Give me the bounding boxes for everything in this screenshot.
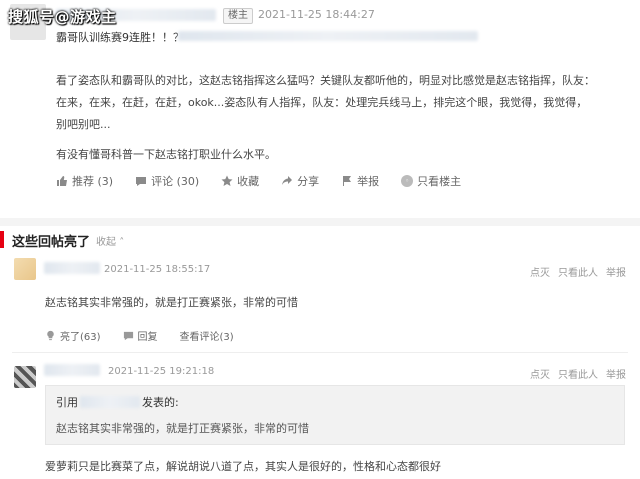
only-this-user-link[interactable]: 只看此人 — [558, 264, 598, 279]
reply-button[interactable]: 回复 — [123, 328, 158, 343]
reply-time: 2021-11-25 19:21:18 — [108, 366, 215, 377]
hot-replies-title: 这些回帖亮了 — [12, 235, 91, 250]
quoted-user-blurred — [80, 396, 140, 408]
comment-button[interactable]: 评论 (30) — [135, 173, 199, 189]
view-comments-button[interactable]: 查看评论(3) — [180, 328, 234, 343]
post-actions: 推荐 (3) 评论 (30) 收藏 分享 举报 ◦ 只看楼主 — [56, 173, 483, 189]
reply-item: 2021-11-25 19:21:18 点灭 只看此人 举报 引用 发表的: 赵… — [0, 360, 640, 479]
section-accent-bar — [0, 231, 4, 248]
recommend-label: 推荐 (3) — [72, 175, 114, 188]
post-paragraph: 看了姿态队和霸哥队的对比，这赵志铭指挥这么猛吗？关键队友都听他的，明显对比感觉是… — [56, 74, 595, 131]
post-title: 霸哥队训练赛9连胜！！？ — [56, 31, 184, 44]
favorite-button[interactable]: 收藏 — [221, 173, 259, 189]
only-this-user-link[interactable]: 只看此人 — [558, 366, 598, 381]
flag-icon — [343, 176, 352, 186]
quote-prefix: 引用 — [56, 396, 78, 409]
reply-text: 爱萝莉只是比赛菜了点，解说胡说八道了点，其实人是很好的，性格和心态都很好 — [45, 460, 441, 473]
op-badge: 楼主 — [223, 8, 253, 24]
reply-avatar[interactable] — [14, 258, 36, 280]
quote-header: 引用 发表的: — [56, 394, 179, 410]
quote-text: 赵志铭其实非常强的，就是打正赛紧张，非常的可惜 — [56, 422, 309, 435]
post-title-blurred — [178, 31, 478, 41]
reply-ops: 点灭 只看此人 举报 — [522, 366, 626, 381]
collapse-label: 收起 — [96, 237, 116, 248]
op-only-icon: ◦ — [401, 175, 414, 187]
reply-item: 2021-11-25 18:55:17 点灭 只看此人 举报 赵志铭其实非常强的… — [0, 256, 640, 346]
reply-name-blurred — [44, 364, 100, 376]
light-up-label: 亮了(63) — [60, 332, 101, 343]
watermark: 搜狐号@游戏主 — [8, 8, 117, 26]
reply-text: 赵志铭其实非常强的，就是打正赛紧张，非常的可惜 — [45, 296, 298, 309]
hot-replies-section: 这些回帖亮了 收起 ˄ 2021-11-25 18:55:17 点灭 只看此人 … — [0, 226, 640, 479]
chevron-up-icon: ˄ — [119, 237, 125, 248]
share-button[interactable]: 分享 — [281, 173, 319, 189]
comment-icon — [123, 331, 133, 341]
post-paragraph: 有没有懂哥科普一下赵志铭打职业什么水平。 — [56, 148, 276, 161]
report-label: 举报 — [357, 175, 380, 188]
dislike-link[interactable]: 点灭 — [530, 366, 550, 381]
post-time: 2021-11-25 18:44:27 — [258, 8, 375, 21]
light-up-button[interactable]: 亮了(63) — [45, 328, 101, 343]
only-op-label: 只看楼主 — [417, 175, 462, 188]
report-button[interactable]: 举报 — [341, 173, 379, 189]
share-icon — [282, 176, 293, 185]
share-label: 分享 — [297, 175, 320, 188]
reply-separator — [12, 352, 628, 353]
reply-time: 2021-11-25 18:55:17 — [104, 264, 211, 275]
only-op-button[interactable]: ◦ 只看楼主 — [401, 173, 461, 189]
lightbulb-icon — [47, 330, 54, 341]
comment-icon — [136, 177, 147, 186]
section-divider — [0, 218, 640, 226]
comment-label: 评论 (30) — [151, 175, 200, 188]
view-comments-label: 查看评论(3) — [179, 332, 234, 343]
report-link[interactable]: 举报 — [606, 366, 626, 381]
reply-actions: 亮了(63) 回复 查看评论(3) — [45, 328, 256, 343]
dislike-link[interactable]: 点灭 — [530, 264, 550, 279]
favorite-label: 收藏 — [237, 175, 260, 188]
reply-label: 回复 — [137, 332, 158, 343]
post-body: 看了姿态队和霸哥队的对比，这赵志铭指挥这么猛吗？关键队友都听他的，明显对比感觉是… — [56, 70, 596, 174]
report-link[interactable]: 举报 — [606, 264, 626, 279]
quote-block: 引用 发表的: 赵志铭其实非常强的，就是打正赛紧张，非常的可惜 — [45, 385, 625, 445]
reply-avatar[interactable] — [14, 366, 36, 388]
reply-name-blurred — [44, 262, 100, 274]
star-icon — [221, 175, 233, 186]
collapse-toggle[interactable]: 收起 ˄ — [96, 233, 124, 248]
recommend-button[interactable]: 推荐 (3) — [56, 173, 113, 189]
reply-ops: 点灭 只看此人 举报 — [522, 264, 626, 279]
original-post: 楼主 2021-11-25 18:44:27 霸哥队训练赛9连胜！！？ 看了姿态… — [0, 0, 640, 218]
thumb-up-icon — [57, 176, 67, 186]
quote-suffix: 发表的: — [142, 396, 179, 409]
